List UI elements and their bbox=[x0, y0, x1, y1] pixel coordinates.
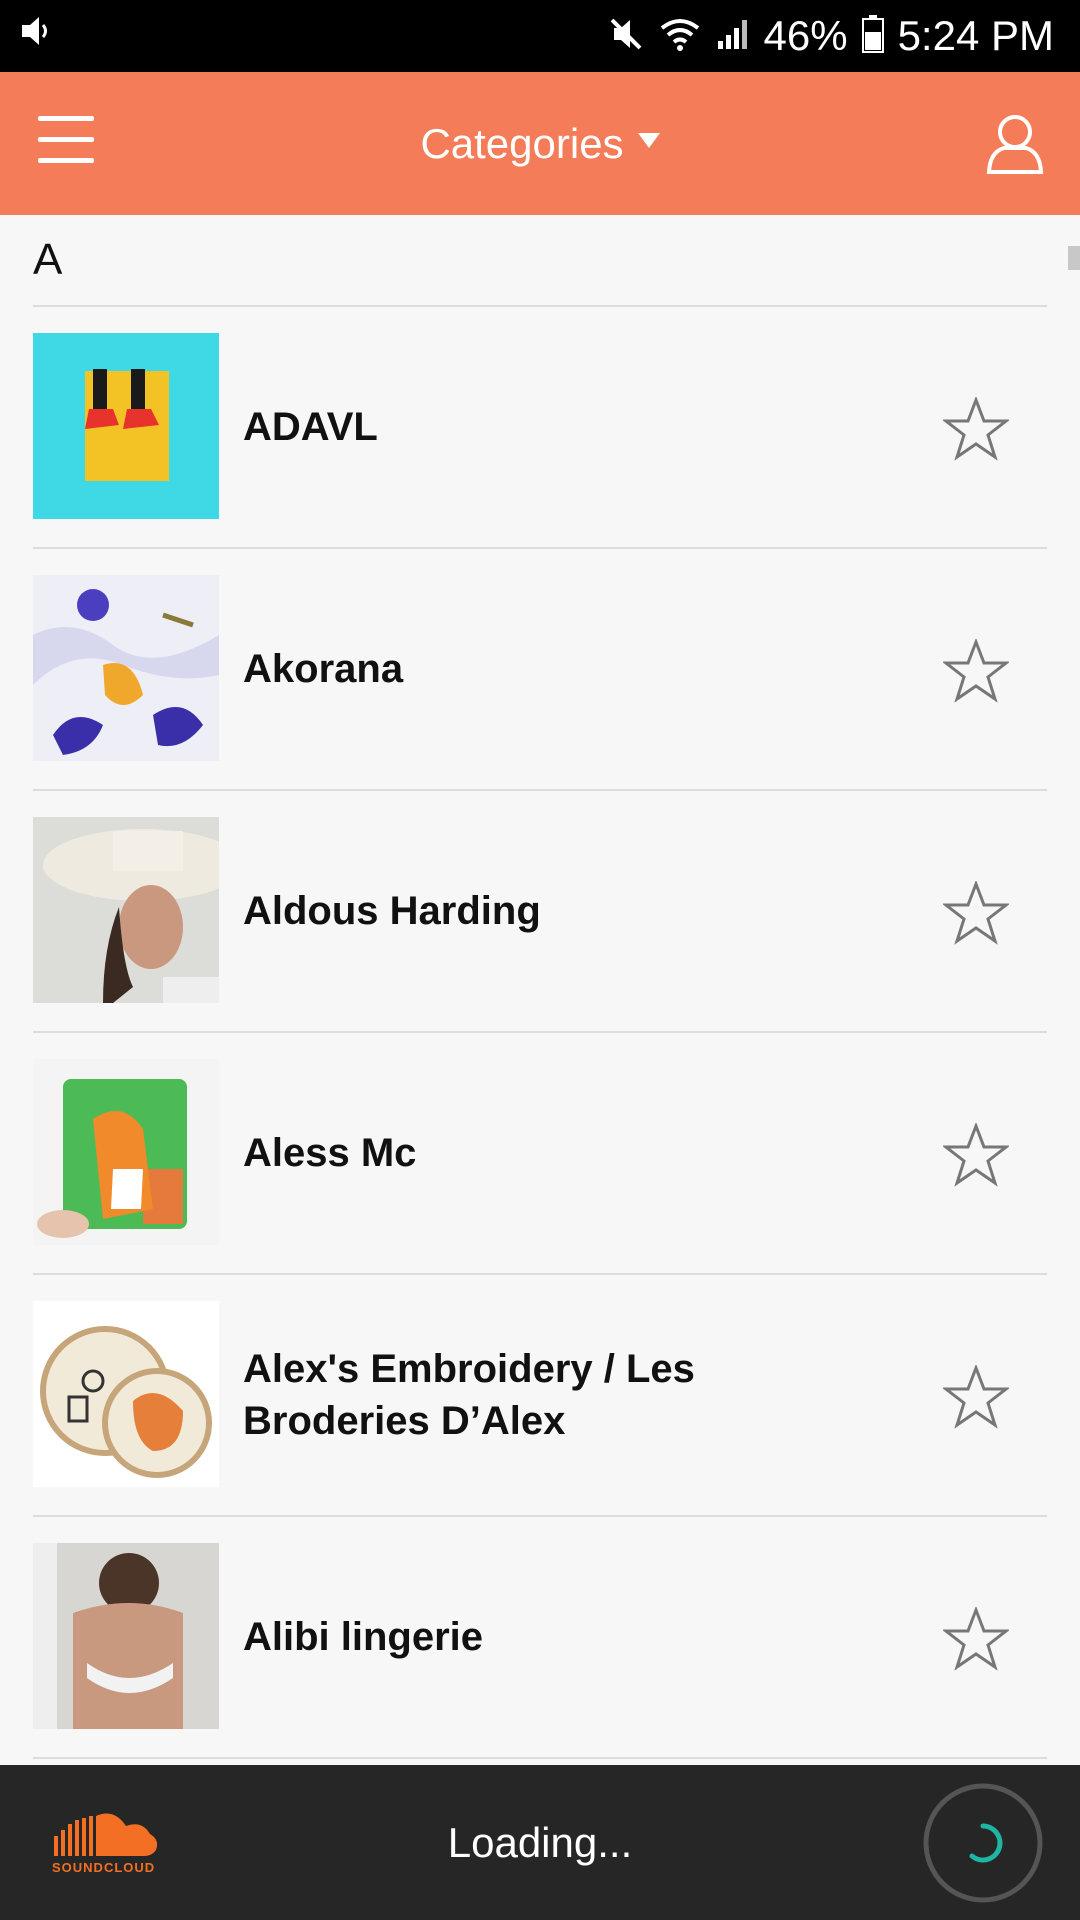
loading-spinner-icon[interactable] bbox=[922, 1782, 1044, 1904]
wifi-icon bbox=[658, 16, 702, 57]
thumbnail-image bbox=[33, 1543, 219, 1729]
caret-down-icon bbox=[637, 133, 660, 148]
page-title: Categories bbox=[420, 119, 624, 167]
battery-percent: 46% bbox=[763, 12, 848, 59]
list-item[interactable]: Aless Mc bbox=[33, 1033, 1047, 1275]
mute-icon bbox=[608, 16, 644, 57]
list-item[interactable]: ADAVL bbox=[33, 307, 1047, 549]
app-bar: Categories bbox=[0, 72, 1080, 215]
list-item-name: Akorana bbox=[243, 647, 404, 691]
list-item-name: Aldous Harding bbox=[243, 889, 541, 933]
thumbnail-image bbox=[33, 1301, 219, 1487]
thumbnail-image bbox=[33, 575, 219, 761]
battery-icon bbox=[861, 14, 884, 58]
signal-icon bbox=[716, 17, 750, 56]
thumbnail-image bbox=[33, 817, 219, 1003]
list-item[interactable]: Alex's Embroidery / Les Broderies D’Alex bbox=[33, 1275, 1047, 1517]
section-letter: A bbox=[33, 235, 63, 284]
thumbnail-image bbox=[33, 333, 219, 519]
clock: 5:24 PM bbox=[897, 12, 1054, 59]
status-bar: 46% 5:24 PM bbox=[0, 0, 1080, 72]
favorite-star-icon[interactable] bbox=[941, 1605, 1011, 1671]
favorite-star-icon[interactable] bbox=[941, 1121, 1011, 1187]
category-dropdown[interactable]: Categories bbox=[0, 72, 1080, 215]
favorite-star-icon[interactable] bbox=[941, 637, 1011, 703]
list-item-name: Alex's Embroidery / Les Broderies D’Alex bbox=[243, 1347, 695, 1443]
player-bar: SOUNDCLOUD Loading... bbox=[0, 1765, 1080, 1920]
list-item-name: ADAVL bbox=[243, 405, 378, 449]
list-item[interactable]: Akorana bbox=[33, 549, 1047, 791]
loading-status: Loading... bbox=[447, 1819, 633, 1866]
list-item[interactable]: Aldous Harding bbox=[33, 791, 1047, 1033]
list-item[interactable]: Alibi lingerie bbox=[33, 1517, 1047, 1759]
thumbnail-image bbox=[33, 1059, 219, 1245]
list-item-name: Alibi lingerie bbox=[243, 1615, 484, 1659]
favorite-star-icon[interactable] bbox=[941, 1363, 1011, 1429]
section-header: A bbox=[33, 215, 1047, 307]
volume-icon bbox=[20, 14, 54, 53]
favorite-star-icon[interactable] bbox=[941, 879, 1011, 945]
category-list: ADAVL Akorana Aldous Harding Aless Mc Al… bbox=[33, 307, 1047, 1759]
list-item-name: Aless Mc bbox=[243, 1131, 417, 1175]
user-profile-icon[interactable] bbox=[984, 112, 1046, 176]
scrollbar[interactable] bbox=[1068, 246, 1080, 270]
favorite-star-icon[interactable] bbox=[941, 395, 1011, 461]
